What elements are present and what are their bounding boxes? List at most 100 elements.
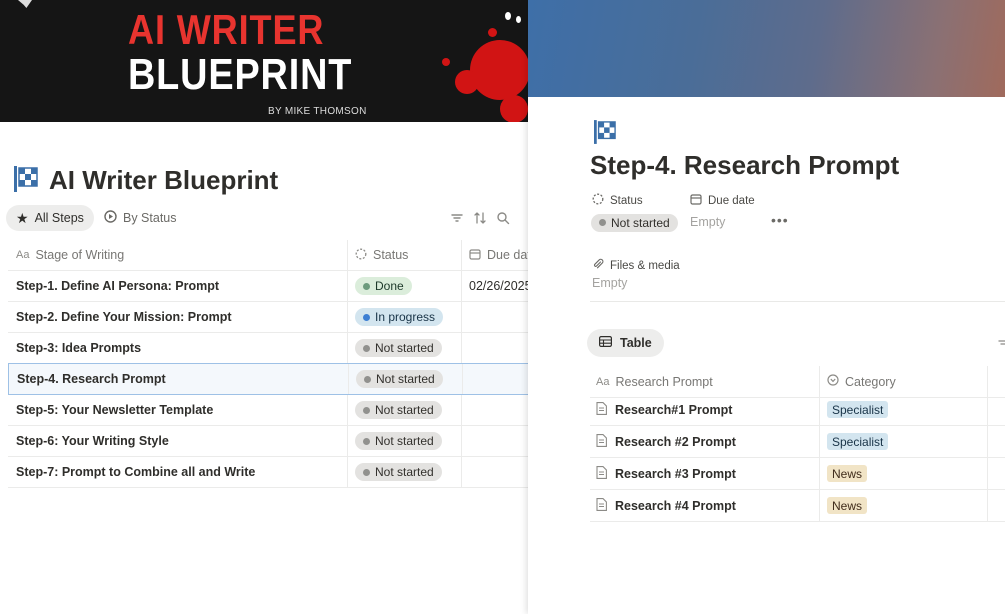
files-value[interactable]: Empty <box>592 276 627 290</box>
property-files-label[interactable]: Files & media <box>592 258 680 273</box>
database-title[interactable]: AI Writer Blueprint <box>49 165 278 196</box>
row-title[interactable]: Step-4. Research Prompt <box>9 364 349 394</box>
page-icon <box>596 401 607 418</box>
calendar-icon <box>469 248 481 263</box>
due-date-cell[interactable] <box>463 364 528 394</box>
row-title-cell[interactable]: Research #4 Prompt <box>590 490 820 521</box>
tab-label: All Steps <box>34 211 84 225</box>
search-icon[interactable] <box>496 211 510 225</box>
row-title[interactable]: Step-6: Your Writing Style <box>8 426 348 456</box>
due-date-cell[interactable] <box>462 302 528 332</box>
star-icon: ★ <box>16 209 29 226</box>
column-header-category[interactable]: Category <box>820 366 988 397</box>
property-label: Status <box>610 194 643 207</box>
table-row[interactable]: Research #2 Prompt Specialist <box>590 426 1005 458</box>
property-status-label[interactable]: Status <box>592 193 643 208</box>
column-header-stage[interactable]: Aa Stage of Writing <box>8 240 348 270</box>
tab-label: By Status <box>123 211 177 225</box>
category-cell[interactable]: Specialist <box>820 394 988 425</box>
row-title-cell[interactable]: Research#1 Prompt <box>590 394 820 425</box>
due-date-cell[interactable] <box>462 333 528 363</box>
column-header-due-date[interactable]: Due date <box>462 240 528 270</box>
filter-icon[interactable] <box>998 337 1005 351</box>
due-date-cell[interactable]: 02/26/2025 <box>462 271 528 301</box>
tab-all-steps[interactable]: ★ All Steps <box>6 205 94 231</box>
sort-icon[interactable] <box>473 211 487 225</box>
column-label: Stage of Writing <box>35 248 125 262</box>
table-row-selected[interactable]: Step-4. Research Prompt Not started <box>8 363 528 395</box>
table-row[interactable]: Research#1 Prompt Specialist <box>590 394 1005 426</box>
row-title: Research #3 Prompt <box>615 466 736 481</box>
more-properties-button[interactable]: ••• <box>771 212 789 228</box>
due-date-cell[interactable] <box>462 457 528 487</box>
table-row[interactable]: Step-5: Your Newsletter Template Not sta… <box>8 395 528 426</box>
status-text: Not started <box>375 465 434 479</box>
row-title[interactable]: Step-2. Define Your Mission: Prompt <box>8 302 348 332</box>
status-text: Not started <box>375 403 434 417</box>
column-label: Due date <box>487 248 528 262</box>
page-title[interactable]: Step-4. Research Prompt <box>590 150 899 181</box>
due-date-cell[interactable] <box>462 426 528 456</box>
table-row[interactable]: Step-7: Prompt to Combine all and Write … <box>8 457 528 488</box>
page-icon <box>596 497 607 514</box>
row-title: Research #2 Prompt <box>615 434 736 449</box>
cover-image[interactable]: AI WRITER BLUEPRINT BY MIKE THOMSON <box>0 0 528 122</box>
status-text: Not started <box>375 341 434 355</box>
status-cell[interactable]: In progress <box>348 302 462 332</box>
status-property-icon <box>355 248 367 263</box>
table-row[interactable]: Research #4 Prompt News <box>590 490 1005 522</box>
filter-icon[interactable] <box>450 211 464 225</box>
status-cell[interactable]: Not started <box>349 364 463 394</box>
database-page: AI WRITER BLUEPRINT BY MIKE THOMSON AI W… <box>0 0 528 614</box>
status-cell[interactable]: Not started <box>348 333 462 363</box>
row-title[interactable]: Step-5: Your Newsletter Template <box>8 395 348 425</box>
tab-label: Table <box>620 336 652 350</box>
category-tag: News <box>827 497 868 514</box>
column-header-research-prompt[interactable]: Aa Research Prompt <box>590 366 820 397</box>
category-tag: News <box>827 465 868 482</box>
category-tag: Specialist <box>827 401 889 418</box>
category-cell[interactable]: News <box>820 458 988 489</box>
row-title: Research #4 Prompt <box>615 498 736 513</box>
due-date-cell[interactable] <box>462 395 528 425</box>
status-cell[interactable]: Not started <box>348 395 462 425</box>
column-label: Status <box>373 248 409 262</box>
status-badge: Not started <box>355 463 442 481</box>
page-icon <box>596 433 607 450</box>
row-title[interactable]: Step-1. Define AI Persona: Prompt <box>8 271 348 301</box>
property-due-date-label[interactable]: Due date <box>690 193 755 208</box>
table-row[interactable]: Step-3: Idea Prompts Not started <box>8 333 528 364</box>
status-cell[interactable]: Not started <box>348 457 462 487</box>
column-header-status[interactable]: Status <box>348 240 462 270</box>
status-badge: In progress <box>355 308 444 326</box>
column-label: Research Prompt <box>615 374 713 389</box>
page-cover[interactable] <box>528 0 1005 97</box>
table-row[interactable]: Step-6: Your Writing Style Not started <box>8 426 528 457</box>
status-text: In progress <box>375 310 436 324</box>
checkered-flag-icon[interactable] <box>14 166 38 197</box>
category-cell[interactable]: News <box>820 490 988 521</box>
status-cell[interactable]: Done <box>348 271 462 301</box>
table-row[interactable]: Step-2. Define Your Mission: Prompt In p… <box>8 302 528 333</box>
property-label: Files & media <box>610 259 680 272</box>
status-badge: Not started <box>356 370 443 388</box>
row-title-cell[interactable]: Research #2 Prompt <box>590 426 820 457</box>
status-cell[interactable]: Not started <box>348 426 462 456</box>
status-value[interactable]: Not started <box>591 213 678 232</box>
row-title-cell[interactable]: Research #3 Prompt <box>590 458 820 489</box>
row-title[interactable]: Step-7: Prompt to Combine all and Write <box>8 457 348 487</box>
table-row[interactable]: Step-1. Define AI Persona: Prompt Done 0… <box>8 271 528 302</box>
page-peek-panel: Step-4. Research Prompt Status Due date … <box>528 0 1005 614</box>
status-badge: Not started <box>355 339 442 357</box>
due-date-value[interactable]: Empty <box>690 215 725 229</box>
status-badge: Not started <box>355 432 442 450</box>
cover-title-line1: AI WRITER <box>128 6 325 53</box>
category-cell[interactable]: Specialist <box>820 426 988 457</box>
row-title[interactable]: Step-3: Idea Prompts <box>8 333 348 363</box>
category-tag: Specialist <box>827 433 889 450</box>
tab-table[interactable]: Table <box>587 329 664 357</box>
tab-by-status[interactable]: By Status <box>94 205 187 231</box>
status-text: Not started <box>376 372 435 386</box>
checkered-flag-icon[interactable] <box>594 120 616 149</box>
table-row[interactable]: Research #3 Prompt News <box>590 458 1005 490</box>
